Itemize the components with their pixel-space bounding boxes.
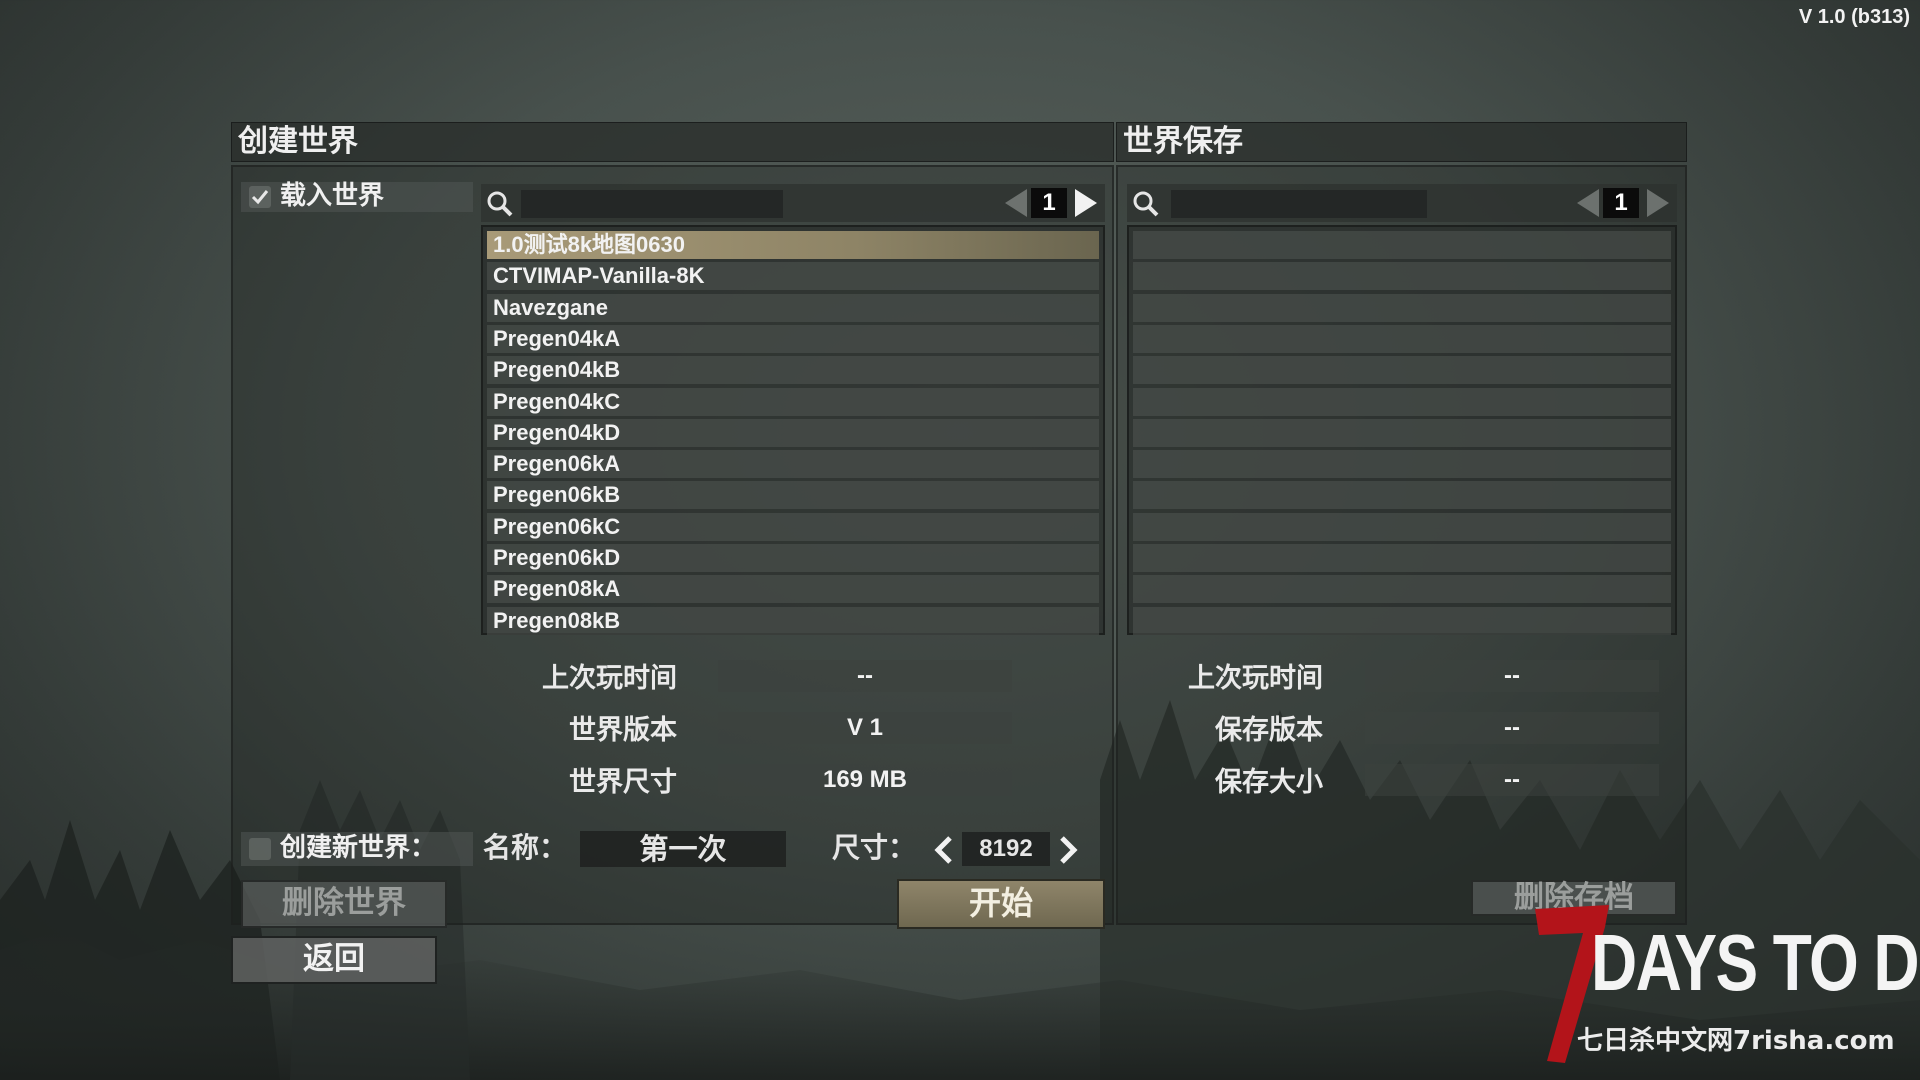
world-list-item[interactable]: Pregen04kB xyxy=(487,356,1099,385)
world-search-bar: 1 xyxy=(481,184,1105,222)
save-search-input[interactable] xyxy=(1171,190,1427,218)
save-list-slot xyxy=(1133,450,1671,479)
save-list-slot xyxy=(1133,262,1671,291)
save-size-value: -- xyxy=(1365,764,1659,796)
save-version-label: 保存版本 xyxy=(1215,715,1323,746)
world-list-item[interactable]: Pregen08kB xyxy=(487,606,1099,635)
save-search-bar: 1 xyxy=(1127,184,1677,222)
save-version-value: -- xyxy=(1365,712,1659,744)
save-list-slot xyxy=(1133,606,1671,635)
world-list-item[interactable]: 1.0测试8k地图0630 xyxy=(487,231,1099,259)
world-version-value: V 1 xyxy=(718,712,1012,744)
load-world-checkbox[interactable] xyxy=(249,186,271,208)
world-list-item[interactable]: CTVIMAP-Vanilla-8K xyxy=(487,262,1099,291)
world-search-input[interactable] xyxy=(521,190,783,218)
world-list-item[interactable]: Pregen04kA xyxy=(487,324,1099,353)
save-list-slot xyxy=(1133,512,1671,541)
world-list-item[interactable]: Navezgane xyxy=(487,293,1099,322)
world-list-item[interactable]: Pregen06kC xyxy=(487,512,1099,541)
world-size-selector: 8192 xyxy=(962,832,1050,866)
checkmark-icon xyxy=(251,190,269,205)
world-list-item[interactable]: Pregen06kB xyxy=(487,481,1099,510)
load-world-tab[interactable]: 载入世界 xyxy=(241,182,473,212)
next-page-icon[interactable] xyxy=(1647,189,1669,217)
save-list-slot xyxy=(1133,387,1671,416)
save-list-slot xyxy=(1133,544,1671,572)
save-list-slot xyxy=(1133,418,1671,447)
save-list-slot xyxy=(1133,481,1671,510)
world-list-item[interactable]: Pregen04kD xyxy=(487,418,1099,447)
world-page-number: 1 xyxy=(1031,188,1067,218)
world-saves-title: 世界保存 xyxy=(1116,122,1687,162)
delete-world-button[interactable]: 删除世界 xyxy=(241,880,447,928)
create-world-title: 创建世界 xyxy=(231,122,1114,162)
world-list-item[interactable]: Pregen04kC xyxy=(487,387,1099,416)
world-size-label: 世界尺寸 xyxy=(569,767,677,798)
save-size-label: 保存大小 xyxy=(1215,767,1323,798)
start-button[interactable]: 开始 xyxy=(897,879,1105,929)
save-last-played-value: -- xyxy=(1365,660,1659,692)
create-new-world-label: 创建新世界： xyxy=(280,833,437,863)
world-list: 1.0测试8k地图0630 CTVIMAP-Vanilla-8K Navezgane… xyxy=(481,225,1105,635)
size-decrease-icon[interactable] xyxy=(932,834,956,866)
load-world-label: 载入世界 xyxy=(280,181,385,211)
world-version-label: 世界版本 xyxy=(569,715,677,746)
world-list-item[interactable]: Pregen06kD xyxy=(487,544,1099,572)
save-page-number: 1 xyxy=(1603,188,1639,218)
create-new-world-checkbox[interactable] xyxy=(249,838,271,860)
save-list xyxy=(1127,225,1677,635)
create-new-world-toggle[interactable]: 创建新世界： xyxy=(241,832,473,866)
game-logo: DAYS TO DIE 七日杀中文网7risha.com xyxy=(1535,905,1920,1070)
world-list-item[interactable]: Pregen06kA xyxy=(487,450,1099,479)
name-label: 名称： xyxy=(483,831,568,864)
version-label: V 1.0 (b313) xyxy=(1798,6,1910,28)
prev-page-icon[interactable] xyxy=(1005,189,1027,217)
world-list-item[interactable]: Pregen08kA xyxy=(487,575,1099,604)
last-played-label: 上次玩时间 xyxy=(542,663,677,694)
next-page-icon[interactable] xyxy=(1075,189,1097,217)
prev-page-icon[interactable] xyxy=(1577,189,1599,217)
save-last-played-label: 上次玩时间 xyxy=(1188,663,1323,694)
logo-subtitle: 七日杀中文网7risha.com xyxy=(1577,1026,1895,1056)
back-button[interactable]: 返回 xyxy=(231,936,437,984)
save-list-slot xyxy=(1133,356,1671,385)
search-icon[interactable] xyxy=(1131,189,1161,219)
world-name-input[interactable]: 第一次 xyxy=(580,831,786,867)
save-list-slot xyxy=(1133,575,1671,604)
save-list-slot xyxy=(1133,231,1671,259)
search-icon[interactable] xyxy=(485,189,515,219)
save-list-slot xyxy=(1133,324,1671,353)
last-played-value: -- xyxy=(718,660,1012,692)
logo-title: DAYS TO DIE xyxy=(1591,918,1920,1007)
save-list-slot xyxy=(1133,293,1671,322)
size-label: 尺寸： xyxy=(832,831,917,864)
size-increase-icon[interactable] xyxy=(1056,834,1080,866)
world-size-value: 169 MB xyxy=(718,764,1012,796)
